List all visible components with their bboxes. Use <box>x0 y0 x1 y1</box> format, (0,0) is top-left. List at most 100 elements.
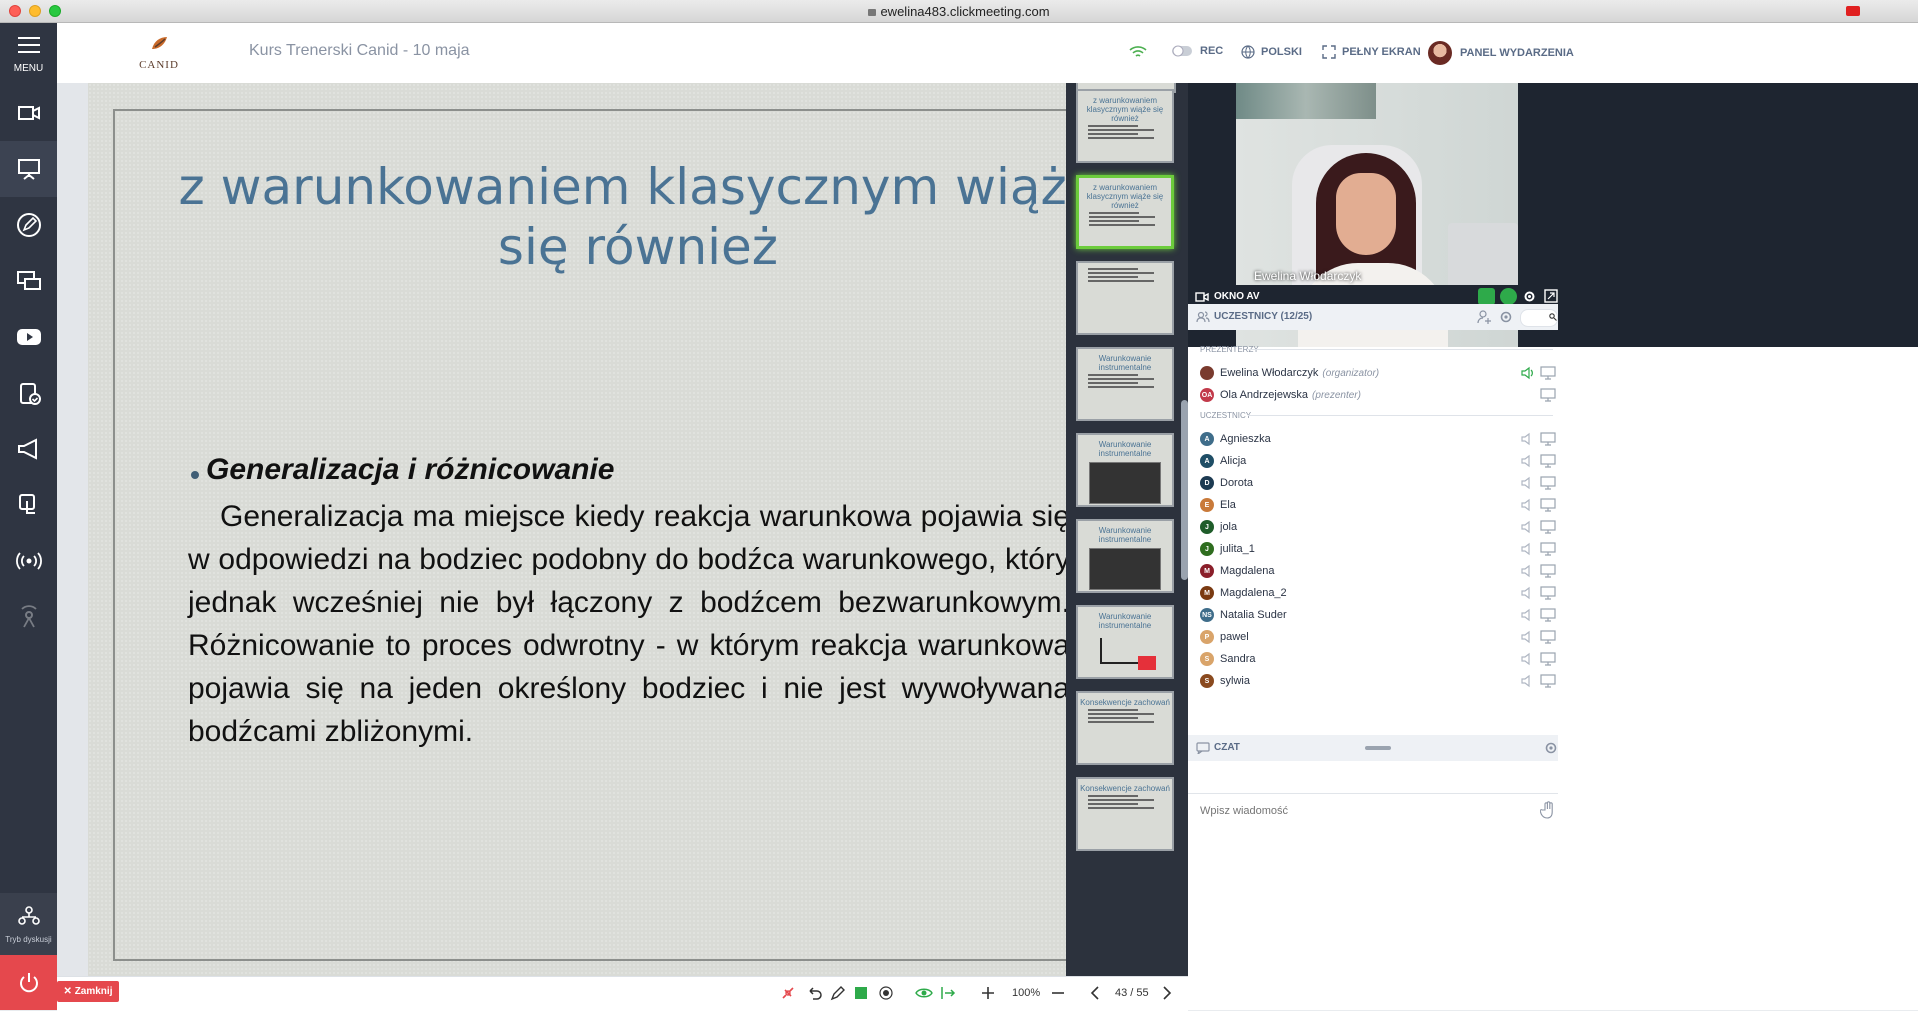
speaker-icon[interactable] <box>1520 564 1534 578</box>
thumbnail-scrollbar[interactable] <box>1181 400 1188 580</box>
monitor-icon[interactable] <box>1540 388 1556 402</box>
end-session-button[interactable] <box>0 955 57 1010</box>
slide-thumbnail[interactable] <box>1076 261 1174 335</box>
slide-thumbnail[interactable]: Warunkowanie instrumentalne <box>1076 519 1174 593</box>
participant-row[interactable]: Ssylwia <box>1200 670 1556 692</box>
chat-settings-icon[interactable] <box>1543 740 1559 756</box>
thumbnail-text-line <box>1088 374 1138 376</box>
previous-slide-icon[interactable] <box>1087 984 1105 1002</box>
zoom-in-icon[interactable] <box>979 984 997 1002</box>
participant-row[interactable]: D Dorota <box>1200 472 1556 494</box>
color-picker-green[interactable] <box>855 987 867 999</box>
add-user-icon[interactable] <box>1477 309 1493 325</box>
slide-thumbnail[interactable]: Konsekwencje zachowań <box>1076 691 1174 765</box>
thumbnail-text-line <box>1088 125 1138 127</box>
participant-row[interactable]: S Sandra <box>1200 648 1556 670</box>
settings-icon[interactable] <box>1522 289 1537 304</box>
sync-icon[interactable] <box>939 984 957 1002</box>
monitor-icon[interactable] <box>1540 454 1556 468</box>
speaker-icon[interactable] <box>1520 366 1534 380</box>
slide-thumbnail[interactable]: z warunkowaniem klasycznym wiąże się rów… <box>1076 89 1174 163</box>
screen-share-tool-button[interactable] <box>0 253 57 309</box>
whiteboard-tool-button[interactable] <box>0 197 57 253</box>
stroke-size-icon[interactable] <box>877 984 895 1002</box>
chat-resize-handle[interactable] <box>1365 746 1391 750</box>
speaker-icon[interactable] <box>1520 498 1534 512</box>
microphone-button[interactable] <box>1500 288 1517 305</box>
presenter-row[interactable]: OA Ola Andrzejewska (prezenter) <box>1200 384 1556 406</box>
chat-message-input[interactable] <box>1198 801 1532 821</box>
language-selector[interactable]: POLSKI <box>1241 45 1302 59</box>
monitor-icon[interactable] <box>1540 564 1556 578</box>
people-icon <box>17 906 40 925</box>
speaker-icon[interactable] <box>1520 652 1534 666</box>
slide-thumbnail[interactable]: z warunkowaniem klasycznym wiąże się rów… <box>1076 175 1174 249</box>
monitor-icon[interactable] <box>1540 366 1556 380</box>
event-panel-button[interactable]: PANEL WYDARZENIA <box>1428 41 1574 65</box>
monitor-icon[interactable] <box>1540 432 1556 446</box>
search-icon <box>1549 313 1557 321</box>
speaker-icon[interactable] <box>1520 520 1534 534</box>
monitor-icon[interactable] <box>1540 542 1556 556</box>
participant-row[interactable]: A Agnieszka <box>1200 428 1556 450</box>
menu-button[interactable]: MENU <box>0 23 57 83</box>
pen-icon[interactable] <box>829 984 847 1002</box>
speaker-icon[interactable] <box>1520 432 1534 446</box>
avatar: D <box>1200 476 1214 490</box>
youtube-tool-button[interactable] <box>0 309 57 365</box>
monitor-icon[interactable] <box>1540 520 1556 534</box>
monitor-icon[interactable] <box>1540 652 1556 666</box>
monitor-icon[interactable] <box>1540 674 1556 688</box>
camera-tool-button[interactable] <box>0 85 57 141</box>
participant-name: Agnieszka <box>1220 433 1271 445</box>
event-panel-label: PANEL WYDARZENIA <box>1460 47 1574 59</box>
participant-row[interactable]: Jjulita_1 <box>1200 538 1556 560</box>
participant-row[interactable]: Ppawel <box>1200 626 1556 648</box>
slide-thumbnail[interactable]: Warunkowanie instrumentalne <box>1076 347 1174 421</box>
cta-tool-button[interactable] <box>0 421 57 477</box>
participant-row[interactable]: A Alicja <box>1200 450 1556 472</box>
zoom-out-icon[interactable] <box>1049 984 1067 1002</box>
speaker-icon[interactable] <box>1520 476 1534 490</box>
speaker-icon[interactable] <box>1520 630 1534 644</box>
survey-tool-button[interactable] <box>0 365 57 421</box>
record-toggle[interactable]: REC <box>1172 45 1223 57</box>
fullscreen-button[interactable]: PEŁNY EKRAN <box>1322 45 1421 59</box>
slide-thumbnail[interactable]: Konsekwencje zachowań <box>1076 777 1174 851</box>
monitor-icon[interactable] <box>1540 608 1556 622</box>
undo-icon[interactable] <box>805 984 823 1002</box>
participant-row[interactable]: M Magdalena <box>1200 560 1556 582</box>
speaker-icon[interactable] <box>1520 586 1534 600</box>
presenter-row[interactable]: Ewelina Włodarczyk (organizator) <box>1200 362 1556 384</box>
slide-thumbnail[interactable]: Warunkowanie instrumentalne <box>1076 605 1174 679</box>
laser-pointer-icon[interactable] <box>779 984 797 1002</box>
stream-tool-button[interactable] <box>0 589 57 645</box>
next-slide-icon[interactable] <box>1157 984 1175 1002</box>
popout-icon[interactable] <box>1544 289 1558 303</box>
speaker-icon[interactable] <box>1520 674 1534 688</box>
participant-row[interactable]: M Magdalena_2 <box>1200 582 1556 604</box>
participant-row[interactable]: NS Natalia Suder <box>1200 604 1556 626</box>
chat-header[interactable]: CZAT <box>1188 735 1558 761</box>
monitor-icon[interactable] <box>1540 476 1556 490</box>
speaker-icon[interactable] <box>1520 542 1534 556</box>
monitor-icon[interactable] <box>1540 630 1556 644</box>
presentation-tool-button[interactable] <box>0 141 57 197</box>
speaker-icon[interactable] <box>1520 608 1534 622</box>
close-presentation-button[interactable]: ✕ Zamknij <box>57 981 119 1002</box>
monitor-icon[interactable] <box>1540 586 1556 600</box>
slide-thumbnail[interactable]: Warunkowanie instrumentalne <box>1076 433 1174 507</box>
monitor-icon[interactable] <box>1540 498 1556 512</box>
participant-row[interactable]: Jjola <box>1200 516 1556 538</box>
participants-settings-icon[interactable] <box>1498 309 1514 325</box>
participant-row[interactable]: E Ela <box>1200 494 1556 516</box>
broadcast-tool-button[interactable] <box>0 533 57 589</box>
touch-tool-button[interactable] <box>0 477 57 533</box>
discussion-mode-button[interactable]: Tryb dyskusji <box>0 893 57 955</box>
address-bar[interactable]: ewelina483.clickmeeting.com <box>0 4 1918 19</box>
speaker-icon[interactable] <box>1520 454 1534 468</box>
participant-name: Ela <box>1220 499 1236 511</box>
raise-hand-icon[interactable] <box>1540 801 1556 819</box>
eye-icon[interactable] <box>915 984 933 1002</box>
camera-on-button[interactable] <box>1478 288 1495 305</box>
